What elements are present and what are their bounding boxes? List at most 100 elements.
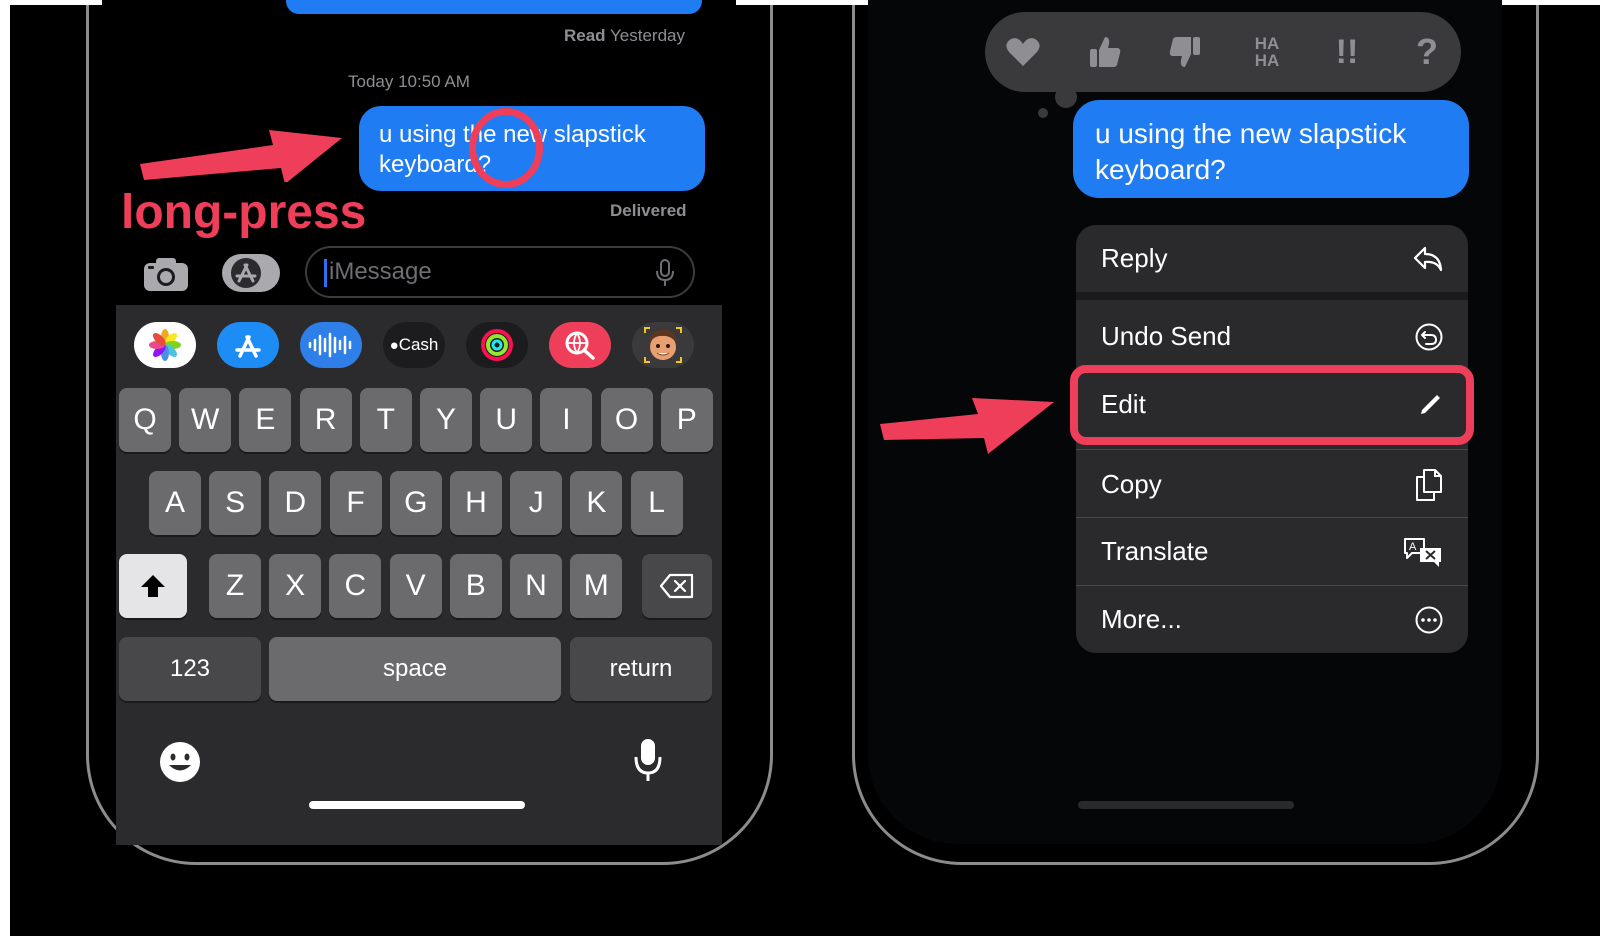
menu-item-label: Reply xyxy=(1101,243,1168,273)
memoji-button[interactable] xyxy=(632,322,694,368)
camera-icon xyxy=(144,258,188,291)
menu-section-gap xyxy=(1076,292,1468,300)
exclamation-reaction[interactable]: !! xyxy=(1325,30,1369,74)
home-indicator[interactable] xyxy=(1078,801,1294,809)
photos-app-button[interactable] xyxy=(134,322,196,368)
menu-item-label: Copy xyxy=(1101,469,1162,499)
apple-cash-label: Cash xyxy=(398,335,439,354)
delete-key[interactable] xyxy=(642,554,712,618)
menu-item-translate[interactable]: Translate A xyxy=(1076,518,1468,585)
menu-item-reply[interactable]: Reply xyxy=(1076,225,1468,292)
long-press-annotation: long-press xyxy=(121,186,367,239)
app-store-app-button[interactable] xyxy=(217,322,279,368)
thumbs-up-reaction[interactable] xyxy=(1083,30,1127,74)
menu-item-more[interactable]: More... xyxy=(1076,586,1468,653)
key-p[interactable]: P xyxy=(660,388,713,452)
image-search-button[interactable] xyxy=(549,322,611,368)
edit-highlight-box xyxy=(1070,365,1474,445)
key-a[interactable]: A xyxy=(149,471,201,535)
key-q[interactable]: Q xyxy=(119,388,171,452)
emoji-icon xyxy=(160,742,200,782)
heart-icon xyxy=(1006,38,1040,66)
svg-text:A: A xyxy=(1409,541,1417,553)
key-c[interactable]: C xyxy=(329,554,382,618)
shift-key[interactable] xyxy=(119,554,187,618)
imessage-input[interactable]: iMessage xyxy=(305,246,695,298)
tapback-bar xyxy=(985,12,1461,92)
dictation-button-keyboard[interactable] xyxy=(633,737,663,790)
selected-message-bubble[interactable]: u using the new slapstick keyboard? xyxy=(1073,100,1469,198)
key-v[interactable]: V xyxy=(389,554,442,618)
menu-item-copy[interactable]: Copy xyxy=(1076,451,1468,518)
annotation-arrow-right xyxy=(880,398,1054,454)
menu-item-label: Undo Send xyxy=(1101,321,1232,351)
thumbs-down-icon xyxy=(1169,37,1200,67)
read-receipt: Read Yesterday xyxy=(564,26,685,45)
return-key[interactable]: return xyxy=(570,637,712,701)
key-k[interactable]: K xyxy=(570,471,623,535)
key-o[interactable]: O xyxy=(600,388,653,452)
key-w[interactable]: W xyxy=(179,388,232,452)
annotation-arrow-left xyxy=(140,130,342,182)
key-n[interactable]: N xyxy=(510,554,562,618)
app-store-button[interactable] xyxy=(222,254,280,292)
undo-icon xyxy=(1415,323,1443,350)
audio-message-button[interactable] xyxy=(300,322,362,368)
key-l[interactable]: L xyxy=(630,471,683,535)
emoji-button[interactable] xyxy=(158,740,202,789)
long-press-target-circle xyxy=(469,108,543,188)
heart-reaction[interactable] xyxy=(1001,30,1045,74)
key-e[interactable]: E xyxy=(239,388,292,452)
camera-button[interactable] xyxy=(142,255,190,293)
app-store-icon xyxy=(231,258,261,288)
image-search-icon xyxy=(565,331,595,360)
photos-icon xyxy=(149,329,181,361)
menu-item-label: Translate xyxy=(1101,536,1209,566)
thumbs-up-icon xyxy=(1090,37,1121,67)
numbers-key[interactable]: 123 xyxy=(119,637,261,701)
audio-icon xyxy=(308,332,352,358)
menu-item-undo-send[interactable]: Undo Send xyxy=(1076,303,1468,370)
delivered-status: Delivered xyxy=(610,201,687,220)
key-m[interactable]: M xyxy=(570,554,623,618)
key-u[interactable]: U xyxy=(480,388,533,452)
translate-icon: A xyxy=(1404,537,1441,567)
message-timestamp: Today 10:50 AM xyxy=(348,72,470,91)
key-h[interactable]: H xyxy=(450,471,502,535)
reply-arrow-icon xyxy=(1413,246,1443,271)
haha-label-1: HA xyxy=(1254,34,1280,53)
thumbs-down-reaction[interactable] xyxy=(1163,30,1207,74)
ellipsis-circle-icon xyxy=(1415,606,1443,633)
menu-item-label: More... xyxy=(1101,604,1182,634)
tapback-tail-dot xyxy=(1055,86,1077,108)
dictation-button[interactable] xyxy=(655,258,675,293)
microphone-icon xyxy=(634,739,662,781)
key-i[interactable]: I xyxy=(540,388,593,452)
haha-reaction[interactable]: HA HA xyxy=(1245,30,1289,74)
text-cursor xyxy=(324,259,327,287)
memoji-icon xyxy=(644,327,682,363)
key-f[interactable]: F xyxy=(329,471,382,535)
key-d[interactable]: D xyxy=(269,471,322,535)
home-indicator[interactable] xyxy=(309,801,525,809)
key-r[interactable]: R xyxy=(299,388,352,452)
key-x[interactable]: X xyxy=(269,554,322,618)
key-s[interactable]: S xyxy=(209,471,262,535)
apple-cash-button[interactable]: ● Cash xyxy=(383,322,445,368)
microphone-icon xyxy=(656,259,674,286)
imessage-placeholder: iMessage xyxy=(329,258,432,285)
space-key[interactable]: space xyxy=(269,637,561,701)
key-b[interactable]: B xyxy=(449,554,502,618)
previous-message-bubble[interactable] xyxy=(286,0,702,14)
key-g[interactable]: G xyxy=(389,471,442,535)
key-t[interactable]: T xyxy=(359,388,412,452)
key-j[interactable]: J xyxy=(510,471,563,535)
fitness-icon xyxy=(481,329,513,361)
key-z[interactable]: Z xyxy=(209,554,261,618)
question-reaction[interactable]: ? xyxy=(1405,30,1449,74)
key-y[interactable]: Y xyxy=(420,388,472,452)
tapback-tail-dot-small xyxy=(1038,108,1048,118)
app-store-icon xyxy=(235,335,261,358)
fitness-app-button[interactable] xyxy=(466,322,528,368)
shift-arrow-icon xyxy=(141,575,165,597)
